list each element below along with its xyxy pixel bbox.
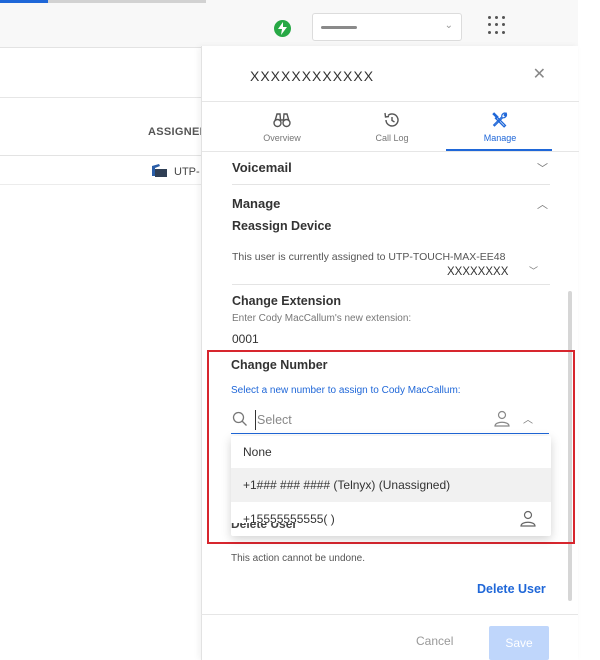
delete-user-link[interactable]: Delete User [477, 582, 546, 596]
device-select-value[interactable]: XXXXXXXX [447, 266, 508, 278]
dropdown-option[interactable]: +1### ### #### (Telnyx) (Unassigned) [231, 468, 551, 502]
tab-call-log-label: Call Log [375, 133, 409, 143]
app-grid-icon[interactable] [488, 16, 506, 34]
tab-manage-label: Manage [483, 133, 517, 143]
top-bar: ⌄ [0, 0, 578, 48]
save-button[interactable]: Save [489, 626, 549, 660]
divider [202, 151, 579, 152]
tab-overview[interactable]: Overview [222, 106, 342, 152]
panel-title: XXXXXXXXXXXX [250, 68, 375, 84]
change-number-hint: Select a new number to assign to Cody Ma… [231, 385, 461, 396]
tab-overview-label: Overview [263, 133, 301, 143]
change-extension-hint: Enter Cody MacCallum's new extension: [232, 313, 412, 324]
chevron-down-icon[interactable]: ﹀ [529, 264, 538, 277]
status-online-icon[interactable] [274, 20, 291, 37]
delete-user-heading: Delete User [231, 523, 297, 529]
user-icon [520, 510, 536, 527]
chevron-up-icon[interactable]: ︿ [537, 196, 548, 212]
dropdown-option[interactable]: None [231, 436, 551, 468]
change-extension-heading: Change Extension [232, 294, 342, 308]
reassign-device-heading: Reassign Device [232, 219, 332, 233]
app-root: ⌄ ASSIGNED UTP- XXXXXXXXXXXX ✕ Overview [0, 0, 600, 660]
dropdown-option-label: None [243, 445, 272, 459]
delete-user-warning: This action cannot be undone. [231, 553, 365, 564]
user-icon[interactable] [493, 409, 511, 427]
divider [202, 101, 579, 102]
device-select[interactable]: ⌄ [312, 13, 462, 41]
tools-icon [492, 112, 508, 128]
divider [232, 284, 550, 285]
number-search-field[interactable]: ︿ [231, 406, 549, 434]
chevron-up-icon[interactable]: ︿ [523, 411, 533, 426]
extension-field[interactable]: 0001 [232, 332, 259, 346]
binoculars-icon [273, 113, 291, 128]
panel-tabs: Overview Call Log Manage [202, 106, 579, 152]
number-search-input[interactable] [255, 410, 475, 430]
change-number-heading: Change Number [231, 358, 328, 372]
chevron-down-icon: ⌄ [444, 20, 453, 31]
tab-call-log[interactable]: Call Log [332, 106, 452, 152]
filter-band [0, 48, 210, 98]
table-divider [0, 184, 205, 185]
tab-manage[interactable]: Manage [440, 106, 560, 152]
nav-accent-inactive [48, 0, 206, 3]
section-voicemail[interactable]: Voicemail [232, 160, 292, 175]
section-manage[interactable]: Manage [232, 196, 280, 211]
number-dropdown: None +1### ### #### (Telnyx) (Unassigned… [231, 436, 551, 536]
table-cell-device[interactable]: UTP- [174, 166, 200, 178]
dropdown-option-label: +1### ### #### (Telnyx) (Unassigned) [243, 478, 451, 492]
divider [201, 614, 578, 615]
history-icon [384, 112, 399, 127]
search-icon [232, 411, 247, 426]
device-select-value [321, 26, 357, 29]
chevron-down-icon[interactable]: ﹀ [537, 160, 548, 176]
dropdown-option[interactable]: +15555555555( ) [231, 502, 551, 536]
nav-accent-active [0, 0, 48, 3]
column-header-assigned[interactable]: ASSIGNED [148, 126, 208, 138]
desk-phone-icon [152, 164, 167, 177]
cancel-button[interactable]: Cancel [416, 634, 453, 648]
reassign-device-text: This user is currently assigned to UTP-T… [232, 251, 506, 263]
divider [232, 184, 550, 185]
table-divider [0, 155, 205, 156]
close-icon[interactable]: ✕ [533, 64, 546, 83]
